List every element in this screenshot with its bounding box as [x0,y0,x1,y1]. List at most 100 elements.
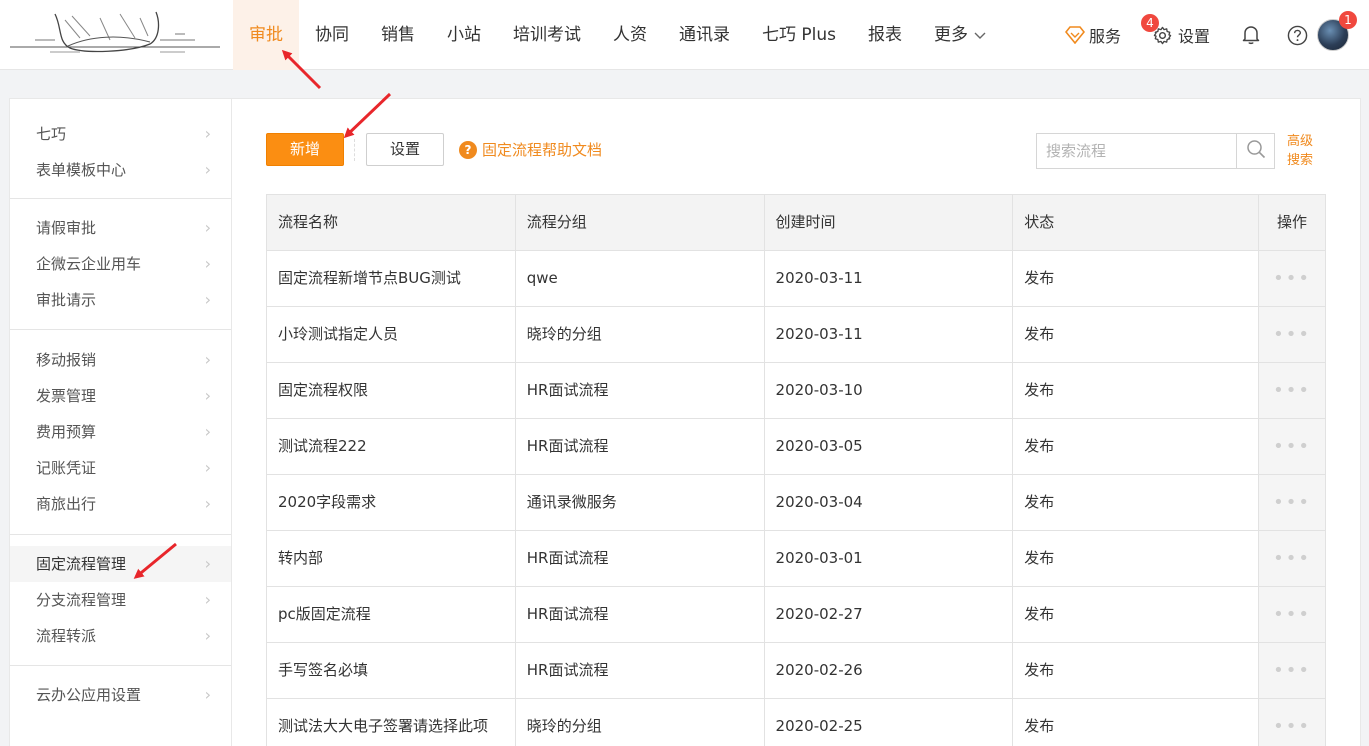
sidebar-item-label: 移动报销 [36,351,97,369]
advanced-search-link[interactable]: 高级 搜索 [1287,132,1317,170]
cell-created-time: 2020-03-11 [765,307,1014,362]
sidebar-item-mobile-reimbursement[interactable]: 移动报销 › [10,342,231,378]
sidebar-item-label: 审批请示 [36,291,97,309]
more-actions-icon[interactable]: ••• [1259,643,1326,698]
more-actions-icon[interactable]: ••• [1259,475,1326,530]
sidebar-item-branch-process-management[interactable]: 分支流程管理 › [10,582,231,618]
main-panel: 七巧 › 表单模板中心 › 请假审批 › 企微云企业用车 › 审批请示 › 移动报销 › 发… [9,98,1361,746]
chevron-right-icon: › [204,254,211,273]
company-logo[interactable] [10,8,220,60]
sidebar-group-4: 固定流程管理 › 分支流程管理 › 流程转派 › [10,535,231,666]
nav-tab-reports[interactable]: 报表 [852,0,918,70]
sidebar-item-enterprise-car[interactable]: 企微云企业用车 › [10,246,231,282]
nav-tab-qiqiao-plus[interactable]: 七巧 Plus [746,0,852,70]
user-avatar-button[interactable]: 1 [1317,0,1357,70]
more-actions-icon[interactable]: ••• [1259,699,1326,746]
sidebar-item-business-travel[interactable]: 商旅出行 › [10,486,231,522]
more-actions-icon[interactable]: ••• [1259,363,1326,418]
table-row[interactable]: 固定流程权限 HR面试流程 2020-03-10 发布 ••• [267,363,1326,419]
sidebar-item-invoice-management[interactable]: 发票管理 › [10,378,231,414]
table-row[interactable]: 测试流程222 HR面试流程 2020-03-05 发布 ••• [267,419,1326,475]
cell-process-name: 测试流程222 [267,419,516,474]
sidebar-item-label: 表单模板中心 [36,161,127,179]
cell-created-time: 2020-03-10 [765,363,1014,418]
sidebar-item-process-transfer[interactable]: 流程转派 › [10,618,231,654]
sidebar-item-label: 云办公应用设置 [36,686,142,704]
table-row[interactable]: 手写签名必填 HR面试流程 2020-02-26 发布 ••• [267,643,1326,699]
notifications-button[interactable] [1242,0,1260,70]
sidebar-group-2: 请假审批 › 企微云企业用车 › 审批请示 › [10,199,231,330]
sidebar-item-qiqiao[interactable]: 七巧 › [10,116,231,152]
cell-process-group: 晓玲的分组 [516,307,765,362]
add-button[interactable]: 新增 [266,133,344,166]
cell-status: 发布 [1013,251,1260,306]
nav-tab-site[interactable]: 小站 [431,0,497,70]
cell-status: 发布 [1013,419,1260,474]
help-doc-link[interactable]: ? 固定流程帮助文档 [459,139,602,160]
sidebar-item-voucher[interactable]: 记账凭证 › [10,450,231,486]
nav-tab-contacts[interactable]: 通讯录 [663,0,746,70]
table-row[interactable]: 转内部 HR面试流程 2020-03-01 发布 ••• [267,531,1326,587]
table-row[interactable]: 固定流程新增节点BUG测试 qwe 2020-03-11 发布 ••• [267,251,1326,307]
chevron-right-icon: › [204,350,211,369]
nav-tab-sales[interactable]: 销售 [365,0,431,70]
cell-created-time: 2020-02-25 [765,699,1014,746]
settings-label: 设置 [1178,27,1211,46]
help-button[interactable] [1287,0,1308,70]
cell-status: 发布 [1013,643,1260,698]
cell-created-time: 2020-03-01 [765,531,1014,586]
sidebar-item-label: 发票管理 [36,387,97,405]
table-row[interactable]: 测试法大大电子签署请选择此项 晓玲的分组 2020-02-25 发布 ••• [267,699,1326,746]
table-row[interactable]: pc版固定流程 HR面试流程 2020-02-27 发布 ••• [267,587,1326,643]
service-label: 服务 [1089,27,1122,46]
nav-tab-training[interactable]: 培训考试 [497,0,597,70]
table-row[interactable]: 小玲测试指定人员 晓玲的分组 2020-03-11 发布 ••• [267,307,1326,363]
nav-tab-collaboration[interactable]: 协同 [299,0,365,70]
more-actions-icon[interactable]: ••• [1259,251,1326,306]
sidebar-item-cloud-office-settings[interactable]: 云办公应用设置 › [10,677,231,713]
sidebar-item-approval-request[interactable]: 审批请示 › [10,282,231,318]
search-input[interactable] [1037,134,1237,168]
header-created-time: 创建时间 [765,195,1014,250]
settings-button[interactable]: 设置 [1153,0,1210,70]
sidebar-item-budget[interactable]: 费用预算 › [10,414,231,450]
cell-status: 发布 [1013,587,1260,642]
chevron-right-icon: › [204,685,211,704]
sidebar-item-label: 固定流程管理 [36,555,127,573]
nav-more-label: 更多 [934,25,969,45]
header-actions: 操作 [1259,195,1326,250]
cell-process-name: pc版固定流程 [267,587,516,642]
cell-status: 发布 [1013,307,1260,362]
nav-more-menu[interactable]: 更多 [918,0,1002,70]
settings-button[interactable]: 设置 [366,133,444,166]
search-box [1036,133,1275,169]
bell-icon [1242,25,1260,45]
more-actions-icon[interactable]: ••• [1259,531,1326,586]
sidebar-item-leave-approval[interactable]: 请假审批 › [10,210,231,246]
chevron-right-icon: › [204,494,211,513]
chevron-right-icon: › [204,554,211,573]
more-actions-icon[interactable]: ••• [1259,587,1326,642]
sidebar-item-label: 费用预算 [36,423,97,441]
sidebar-item-label: 流程转派 [36,627,97,645]
nav-tab-approval[interactable]: 审批 [233,0,299,70]
sidebar-item-form-template-center[interactable]: 表单模板中心 › [10,152,231,188]
table-row[interactable]: 2020字段需求 通讯录微服务 2020-03-04 发布 ••• [267,475,1326,531]
nav-tab-hr[interactable]: 人资 [597,0,663,70]
more-actions-icon[interactable]: ••• [1259,419,1326,474]
process-table: 流程名称 流程分组 创建时间 状态 操作 固定流程新增节点BUG测试 qwe 202… [266,194,1326,746]
service-button[interactable]: 服务 4 [1065,0,1159,70]
main-nav: 审批 协同 销售 小站 培训考试 人资 通讯录 七巧 Plus 报表 更多 [233,0,1002,70]
cell-process-name: 2020字段需求 [267,475,516,530]
search-button[interactable] [1236,134,1274,168]
more-actions-icon[interactable]: ••• [1259,307,1326,362]
cell-process-group: HR面试流程 [516,419,765,474]
toolbar-divider [354,139,355,161]
header-tools: 服务 4 设置 1 [1049,0,1369,70]
cell-process-name: 固定流程新增节点BUG测试 [267,251,516,306]
chevron-right-icon: › [204,218,211,237]
sidebar-item-fixed-process-management[interactable]: 固定流程管理 › [10,546,231,582]
sidebar: 七巧 › 表单模板中心 › 请假审批 › 企微云企业用车 › 审批请示 › 移动报销 › 发… [10,99,232,746]
top-navigation-bar: 审批 协同 销售 小站 培训考试 人资 通讯录 七巧 Plus 报表 更多 服务… [0,0,1369,70]
cell-status: 发布 [1013,363,1260,418]
